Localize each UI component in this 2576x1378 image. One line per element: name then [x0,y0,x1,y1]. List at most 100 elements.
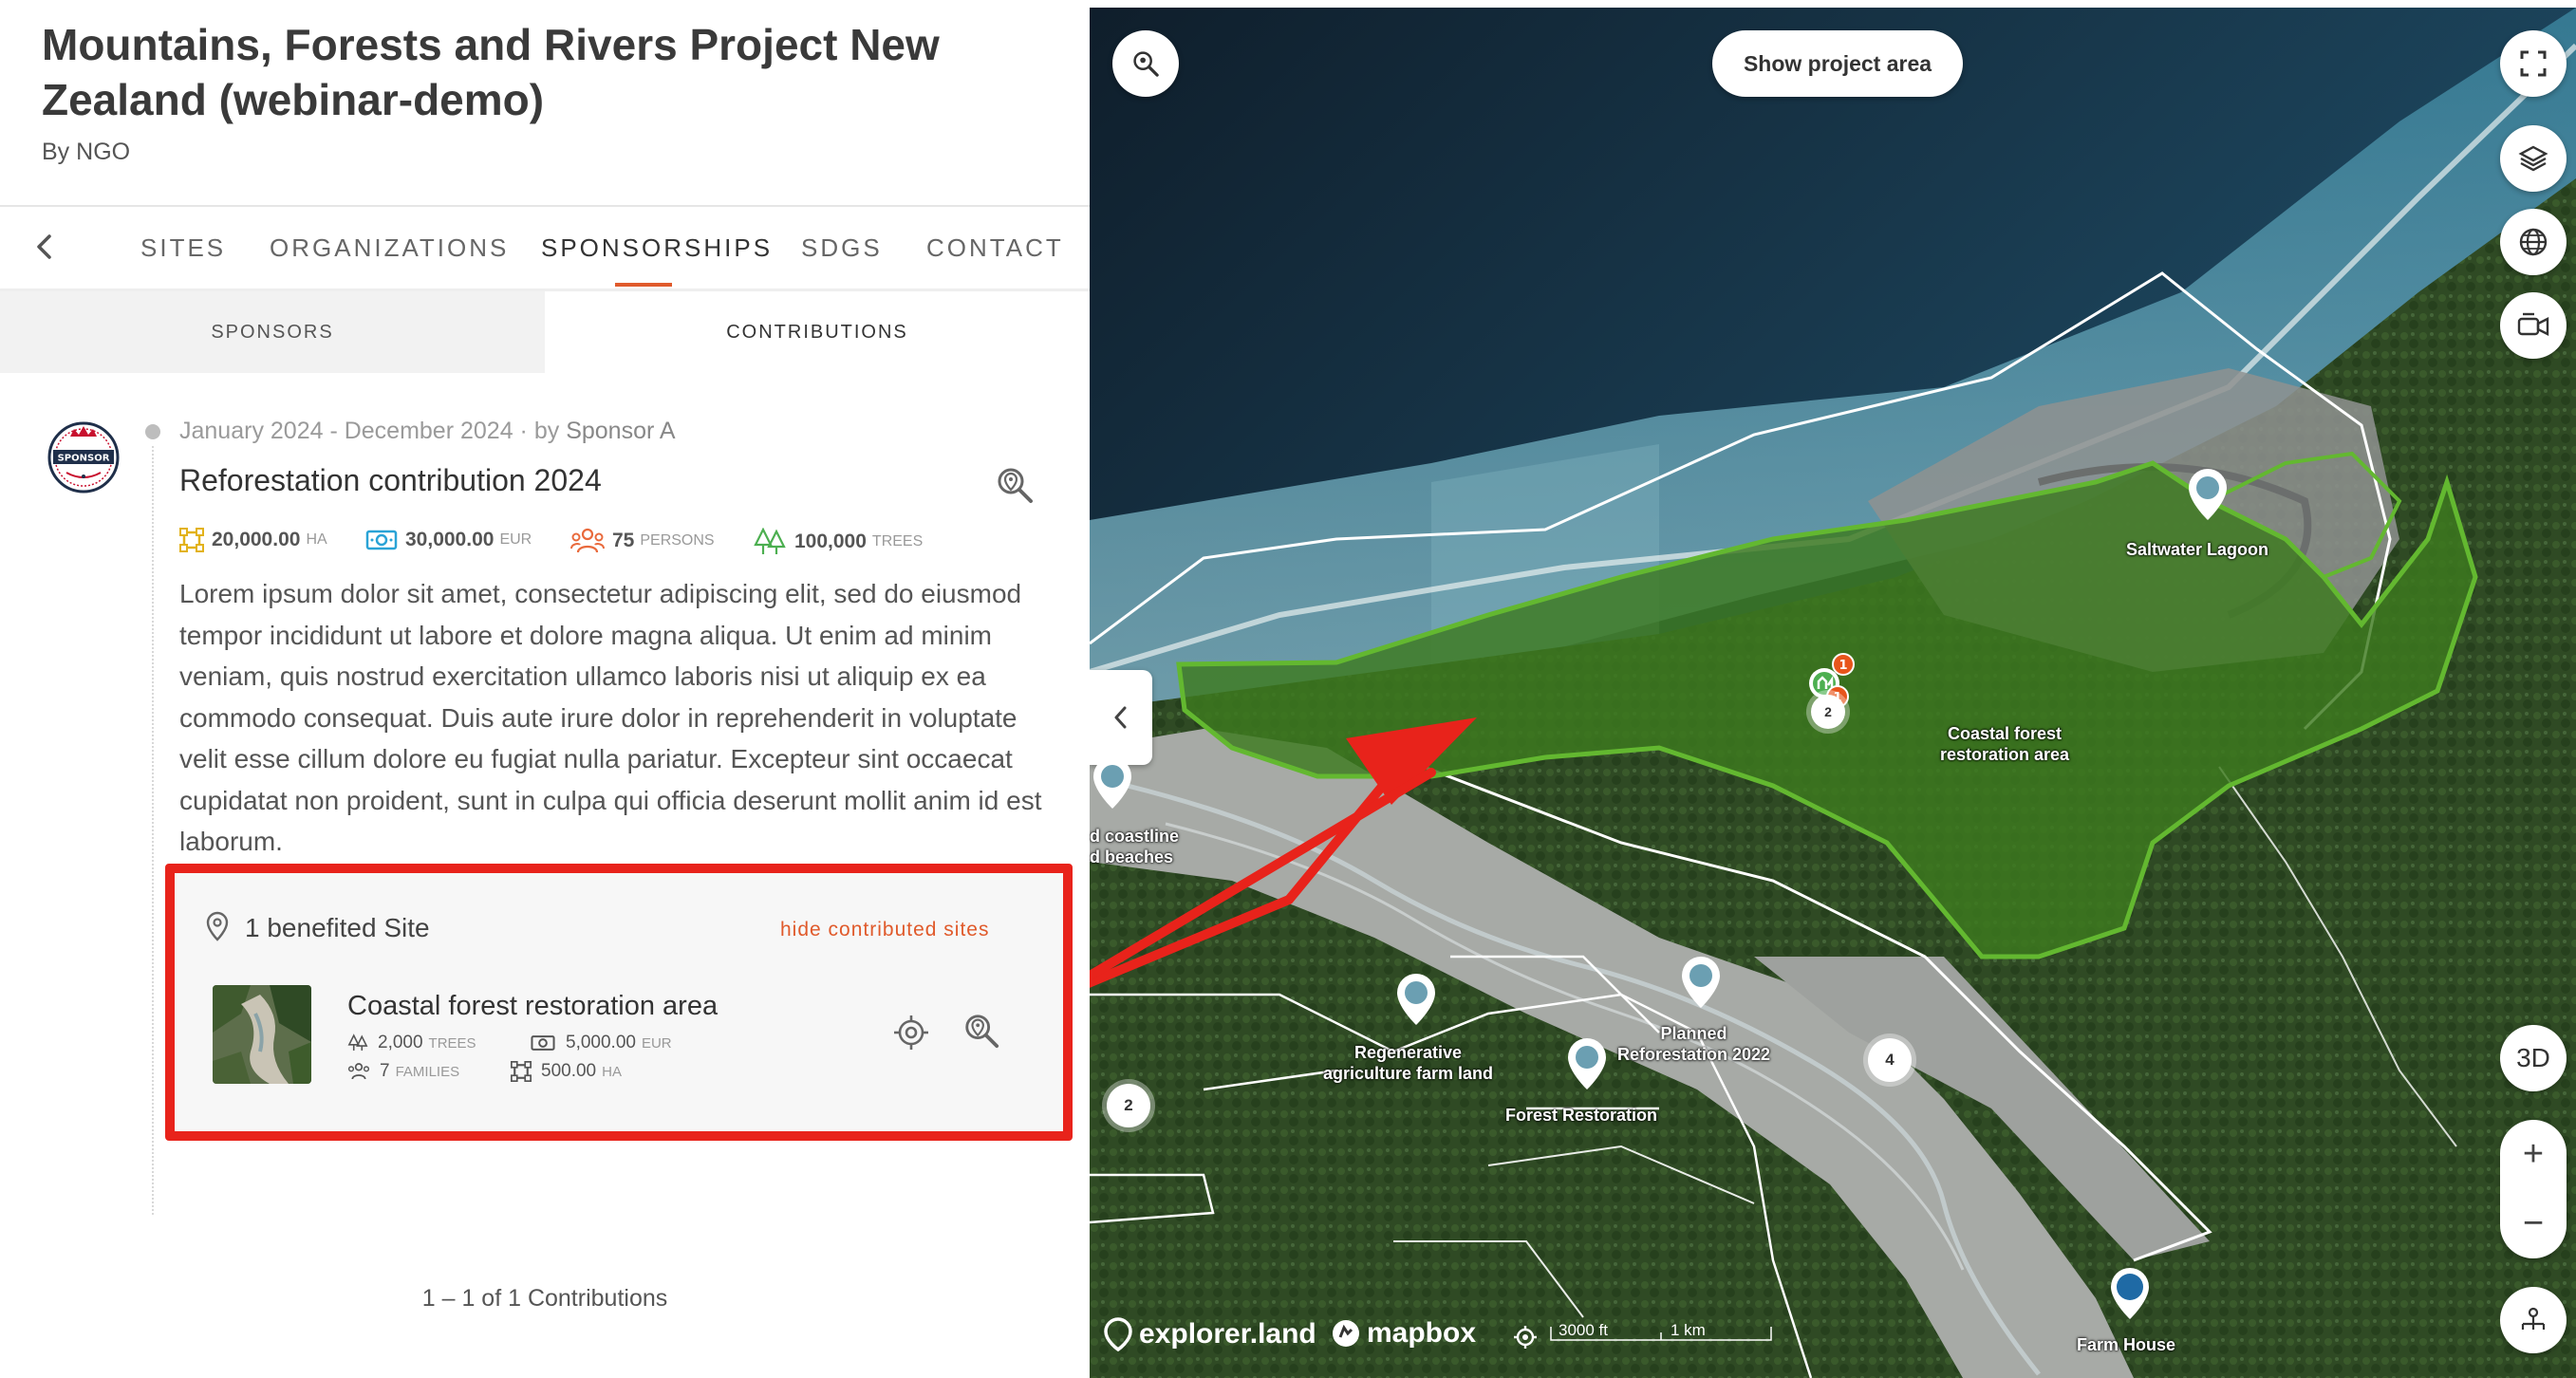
contribution-description: Lorem ipsum dolor sit amet, consectetur … [179,579,1042,856]
zoom-controls: + − [2500,1120,2567,1258]
map-label-regenerative: Regenerative agriculture farm land [1323,1043,1494,1083]
map-search-button[interactable] [1112,30,1179,97]
site-stat-money: 5,000.00 EUR [530,1033,672,1053]
site-trees-value: 2,000 [378,1033,423,1053]
compass-button[interactable] [2500,1287,2567,1353]
byline-org-link[interactable]: NGO [76,139,130,165]
map-view[interactable]: Show project area 3D + − Saltwater Lagoo… [1090,8,2576,1378]
locate-icon[interactable] [1513,1325,1538,1350]
hide-contributed-sites-link[interactable]: hide contributed sites [780,919,989,941]
mapbox-icon [1333,1320,1359,1347]
toggle-3d-button[interactable]: 3D [2500,1025,2567,1091]
svg-text:1: 1 [1839,659,1847,673]
site-stat-area: 500.00 HA [511,1061,622,1082]
subtab-sponsors[interactable]: SPONSORS [0,291,545,373]
cluster-marker[interactable]: 2 [1107,1084,1150,1127]
stat-persons-unit: PERSONS [640,532,715,549]
cluster-marker[interactable]: 4 [1868,1038,1912,1082]
mapbox-logo[interactable]: mapbox [1331,1317,1476,1350]
main-nav: SITES ORGANIZATIONS SPONSORSHIPS SDGS CO… [0,207,1090,289]
benefited-sites-title: 1 benefited Site [245,913,430,942]
stat-area-value: 20,000.00 [212,529,301,550]
contribution-sponsor: Sponsor A [566,418,676,444]
map-label-coastal-forest: Coastal forest restoration area [1940,724,2070,764]
site-families-value: 7 [380,1061,390,1081]
pagination-label: 1 – 1 of 1 Contributions [421,1285,668,1312]
map-pin-coastline[interactable] [1090,755,1135,810]
layers-icon [2518,145,2548,172]
zoom-to-icon[interactable] [995,465,1035,505]
map-label-forest-restoration: Forest Restoration [1505,1106,1658,1125]
zoom-to-site-icon[interactable] [962,1012,1000,1050]
map-pin-farm-house[interactable] [2107,1266,2153,1321]
tab-sdgs[interactable]: SDGS [801,233,883,263]
fullscreen-icon [2520,50,2547,77]
trees-icon [754,527,786,554]
site-families-unit: FAMILIES [395,1064,460,1080]
scale-ft: 3000 ft [1559,1321,1608,1339]
chevron-left-icon[interactable] [27,228,65,266]
site-stat-trees: 2,000 TREES [347,1033,476,1053]
contribution-period: January 2024 - December 2024 · by [179,418,560,444]
money-icon [365,530,398,550]
compass-icon [2521,1307,2546,1330]
explorer-land-text: explorer.land [1139,1318,1316,1350]
site-name[interactable]: Coastal forest restoration area [347,991,718,1022]
stat-persons-value: 75 [612,530,635,551]
zoom-in-button[interactable]: + [2500,1120,2567,1189]
tab-contact[interactable]: CONTACT [926,233,1064,263]
scale-km: 1 km [1671,1321,1706,1339]
locate-site-icon[interactable] [892,1014,930,1052]
area-icon [511,1061,532,1082]
tab-sponsorships[interactable]: SPONSORSHIPS [541,233,773,263]
chevron-left-icon [1114,706,1127,729]
site-thumbnail[interactable] [213,985,311,1084]
cluster-marker[interactable]: 2 [1811,695,1845,729]
contribution-meta: January 2024 - December 2024 · by Sponso… [179,418,676,445]
project-byline: By NGO [42,139,130,166]
site-stat-families: 7 FAMILIES [347,1061,459,1082]
active-tab-indicator [615,283,672,287]
location-pin-icon [206,911,229,941]
stat-money-unit: EUR [499,531,532,548]
show-project-area-button[interactable]: Show project area [1712,30,1963,97]
globe-button[interactable] [2500,209,2567,275]
map-pin-forest-restoration[interactable] [1564,1036,1610,1091]
zoom-out-button[interactable]: − [2500,1189,2567,1258]
tab-organizations[interactable]: ORGANIZATIONS [270,233,509,263]
benefited-sites-box: 1 benefited Site hide contributed sites … [165,864,1073,1141]
subtab-contributions[interactable]: CONTRIBUTIONS [545,291,1090,373]
trees-icon [347,1034,368,1051]
stat-trees: 100,000 TREES [753,527,924,556]
site-area-value: 500.00 [541,1061,597,1082]
map-label-planned: Planned Reforestation 2022 [1617,1024,1771,1064]
map-pin-saltwater-lagoon[interactable] [2185,467,2231,522]
stat-area-unit: HA [306,531,327,548]
explorer-land-logo[interactable]: explorer.land [1103,1317,1316,1351]
timeline-line [152,446,154,1215]
globe-icon [2519,228,2548,256]
site-money-unit: EUR [641,1035,672,1052]
collapse-panel-button[interactable] [1090,670,1152,765]
svg-text:SPONSOR: SPONSOR [58,454,110,464]
site-trees-unit: TREES [428,1035,476,1052]
video-tour-button[interactable] [2500,292,2567,359]
fullscreen-button[interactable] [2500,30,2567,97]
byline-prefix: By [42,139,70,165]
stat-money-value: 30,000.00 [405,529,495,550]
site-area-unit: HA [602,1064,622,1081]
contribution-title: Reforestation contribution 2024 [179,463,602,497]
zoom-to-icon [1133,51,1159,77]
map-label-farm-house: Farm House [2077,1335,2176,1354]
map-pin-planned[interactable] [1678,955,1724,1010]
explorer-pin-icon [1104,1317,1132,1351]
layers-button[interactable] [2500,125,2567,192]
stat-trees-unit: TREES [871,533,924,549]
area-icon [179,528,204,552]
map-scale: 3000 ft 1 km [1549,1321,1777,1351]
sponsor-logo: SPONSOR [47,421,120,493]
timeline-dot [145,424,160,439]
map-pin-regenerative[interactable] [1393,972,1439,1027]
site-money-value: 5,000.00 [566,1033,636,1052]
tab-sites[interactable]: SITES [140,233,226,263]
